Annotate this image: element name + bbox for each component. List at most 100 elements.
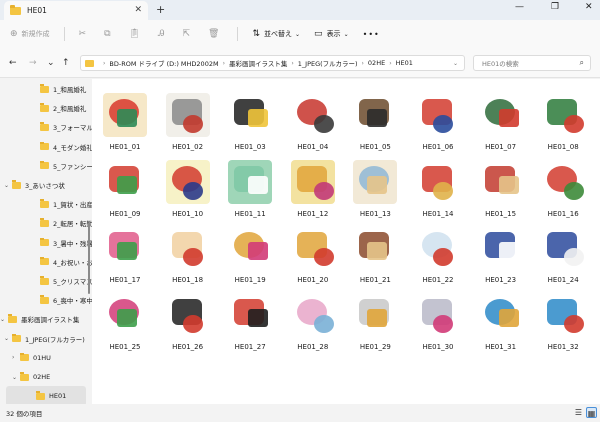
chevron-down-icon[interactable]: ⌄ [12,374,20,381]
sidebar-item[interactable]: 4_お祝い・お礼 [0,252,92,272]
share-button[interactable]: ⇱ [182,29,194,39]
sidebar-item[interactable]: 3_暑中・残暑 [0,233,92,253]
file-item[interactable]: HE01_10 [158,159,218,228]
sidebar-scrollbar[interactable] [88,222,90,294]
breadcrumb-drive[interactable]: BD-ROM ドライブ (D:) MHD2002M [109,58,218,68]
sidebar-item[interactable]: › 01HU [0,348,51,368]
file-item[interactable]: HE01_01 [95,93,155,161]
sidebar-item[interactable]: ⌄ 墨彩画調イラスト集 [0,309,79,329]
image-thumbnail [290,93,335,137]
file-item[interactable]: HE01_25 [95,293,155,361]
sidebar-item[interactable]: 6_喪中・寒中 [0,290,92,310]
new-button[interactable]: ⊕ 新規作成 [10,29,50,39]
file-item[interactable]: HE01_31 [471,293,531,361]
file-name: HE01_11 [234,209,266,218]
file-item[interactable]: HE01_26 [158,293,218,361]
file-item[interactable]: HE01_05 [345,93,405,161]
address-bar[interactable]: › BD-ROM ドライブ (D:) MHD2002M › 墨彩画調イラスト集 … [80,55,465,71]
sidebar-item[interactable]: 2_和風婚礼 [0,98,86,118]
file-item[interactable]: HE01_16 [533,159,593,228]
back-button[interactable]: ← [9,58,17,68]
forward-button[interactable]: → [29,58,37,68]
file-item[interactable]: HE01_02 [158,93,218,161]
file-item[interactable]: HE01_11 [220,159,280,228]
sidebar-item[interactable]: 2_転居・転勤 [0,213,92,233]
tab-close-icon[interactable]: ✕ [134,5,142,15]
file-item[interactable]: HE01_04 [283,93,343,161]
file-item[interactable]: HE01_18 [158,226,218,294]
status-bar: 32 個の項目 [0,404,600,422]
sidebar-item[interactable]: 1_賀状・出産 [0,194,92,214]
rename-button[interactable]: Ꭿ [158,29,169,39]
file-item[interactable]: HE01_22 [408,226,468,294]
details-view-icon[interactable]: ☰ [573,407,584,418]
chevron-down-icon[interactable]: ⌄ [4,335,12,342]
file-item[interactable]: HE01_30 [408,293,468,361]
file-item[interactable]: HE01_24 [533,226,593,294]
view-button[interactable]: ▭ 表示 ⌄ [314,29,349,39]
more-button[interactable]: ••• [363,30,380,39]
file-item[interactable]: HE01_14 [408,159,468,228]
chevron-right-icon[interactable]: › [12,354,20,361]
cut-button[interactable]: ✂ [79,29,91,39]
chevron-down-icon[interactable]: ⌄ [453,60,458,67]
file-item[interactable]: HE01_29 [345,293,405,361]
delete-button[interactable]: 🗑︎ [208,29,223,39]
file-item[interactable]: HE01_27 [220,293,280,361]
sidebar-item[interactable]: ⌄ 3_あいさつ状 [0,175,65,195]
copy-button[interactable]: ⧉ [104,29,114,39]
file-item[interactable]: HE01_03 [220,93,280,161]
new-tab-button[interactable]: + [156,3,165,16]
file-item[interactable]: HE01_13 [345,159,405,228]
image-thumbnail [541,293,586,338]
chevron-right-icon: › [361,59,364,67]
up-button[interactable]: ↑ [62,58,70,68]
breadcrumb-he01[interactable]: HE01 [396,59,413,67]
search-input[interactable]: HE01の検索 ⌕ [473,55,591,71]
file-name: HE01_14 [422,209,454,218]
chevron-down-icon: ⌄ [295,30,301,38]
chevron-down-icon[interactable]: ⌄ [0,316,8,323]
file-item[interactable]: HE01_12 [283,159,343,228]
sidebar-item[interactable]: 5_ファンシー婚礼 [0,156,92,176]
sidebar-item[interactable]: 3_フォーマル婚礼 [0,117,92,137]
file-item[interactable]: HE01_09 [95,159,155,228]
thumbnail-shape [248,109,269,127]
close-button[interactable]: ✕ [585,2,593,12]
file-item[interactable]: HE01_28 [283,293,343,361]
file-item[interactable]: HE01_15 [471,159,531,228]
sidebar-item[interactable]: 1_和風婚礼 [0,79,86,99]
file-item[interactable]: HE01_21 [345,226,405,294]
file-item[interactable]: HE01_19 [220,226,280,294]
minimize-button[interactable]: — [515,2,524,12]
large-icons-view-icon[interactable]: ▦ [586,407,597,418]
copy-icon: ⧉ [104,29,111,39]
sidebar-item[interactable]: HE01 [6,386,86,404]
folder-icon [40,84,49,93]
file-item[interactable]: HE01_17 [95,226,155,294]
sidebar-item[interactable]: 5_クリスマス・ [0,271,92,291]
file-item[interactable]: HE01_32 [533,293,593,361]
sort-button[interactable]: ⇅ 並べ替え ⌄ [252,29,300,39]
sidebar-item[interactable]: ⌄ 1_JPEG(フルカラー) [0,329,85,349]
folder-icon [40,141,49,151]
file-name: HE01_06 [422,143,454,151]
file-item[interactable]: HE01_08 [533,93,593,161]
tab-he01[interactable]: HE01 ✕ [4,1,148,20]
sidebar-item-label: 1_和風婚礼 [53,86,87,94]
recent-dropdown-button[interactable]: ⌄ [47,58,55,68]
breadcrumb-jpeg[interactable]: 1_JPEG(フルカラー) [298,58,358,68]
sidebar-item[interactable]: 4_モダン婚礼 [0,137,92,157]
breadcrumb-02he[interactable]: 02HE [368,59,385,67]
paste-button[interactable]: 📋︎ [129,29,144,39]
file-item[interactable]: HE01_06 [408,93,468,161]
folder-icon [40,122,49,131]
breadcrumb-collection[interactable]: 墨彩画調イラスト集 [229,58,287,68]
sidebar-item[interactable]: ⌄ 02HE [0,367,50,387]
file-item[interactable]: HE01_20 [283,226,343,294]
maximize-button[interactable]: ❐ [551,2,559,12]
thumbnail-shape [367,109,388,127]
file-item[interactable]: HE01_07 [471,93,531,161]
file-item[interactable]: HE01_23 [471,226,531,294]
chevron-down-icon[interactable]: ⌄ [4,182,12,189]
